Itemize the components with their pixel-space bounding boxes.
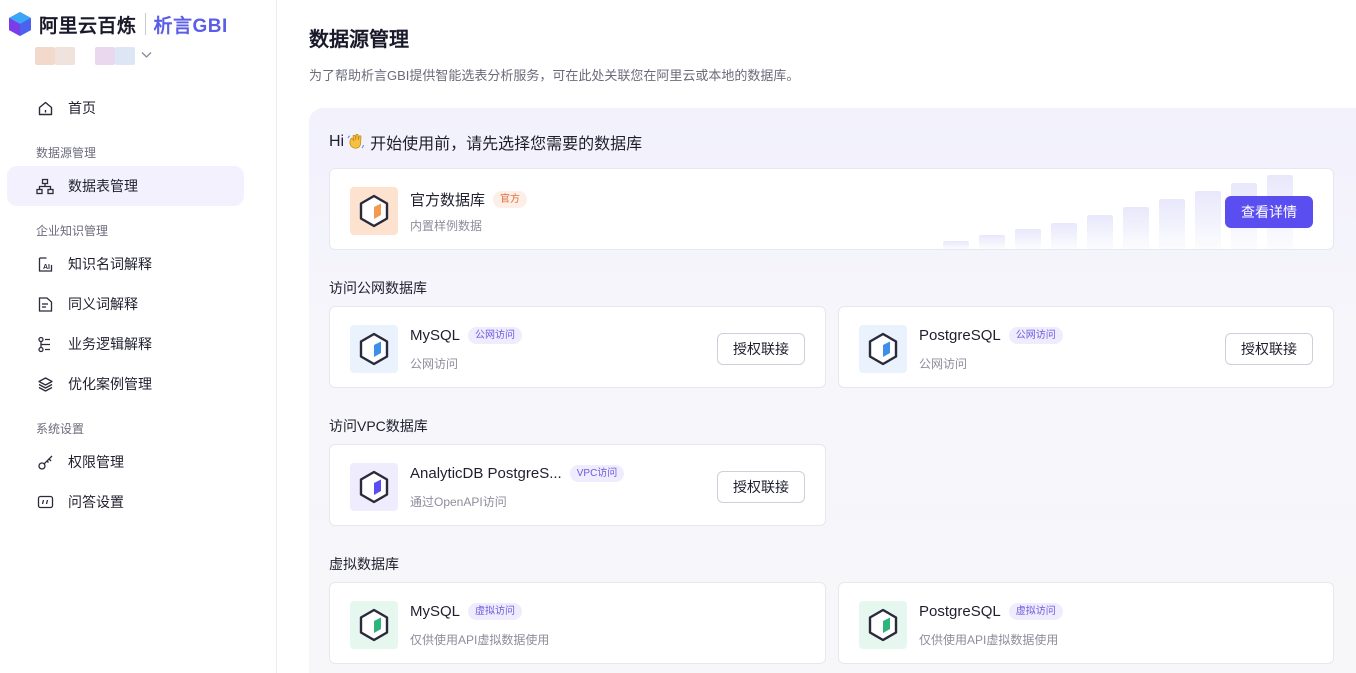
public-access-tag: 公网访问 — [468, 327, 523, 344]
vpc-analyticdb-authorize-button[interactable]: 授权联接 — [717, 471, 805, 503]
official-tag: 官方 — [493, 191, 528, 208]
brand-divider — [144, 13, 146, 35]
page-title: 数据源管理 — [309, 29, 409, 51]
greeting: Hi 开始使用前，请先选择您需要的数据库 — [329, 130, 642, 154]
nav-label-table-management: 数据表管理 — [68, 178, 138, 194]
vpc-section-label: 访问VPC数据库 — [329, 418, 428, 434]
mysql-cube-icon — [350, 325, 398, 373]
public-mysql-card[interactable]: MySQL 公网访问 公网访问 授权联接 — [329, 306, 826, 388]
virtual-access-tag: 虚拟访问 — [468, 603, 523, 620]
chevron-down-icon[interactable] — [141, 50, 152, 62]
nav-label-business-logic: 业务逻辑解释 — [68, 336, 152, 352]
brand-logo[interactable]: 阿里云百炼 析言GBI — [7, 10, 228, 38]
virtual-postgresql-cube-icon — [859, 601, 907, 649]
sidebar: 阿里云百炼 析言GBI 首页 数据源管理 数据表管理 企业知识管理 AI 知识名… — [0, 0, 277, 673]
nav-item-permissions[interactable]: 权限管理 — [7, 442, 244, 482]
nav-item-synonyms[interactable]: 同义词解释 — [7, 284, 244, 324]
analyticdb-cube-icon — [350, 463, 398, 511]
nav-item-table-management[interactable]: 数据表管理 — [7, 166, 244, 206]
public-mysql-subtitle: 公网访问 — [410, 357, 459, 371]
public-mysql-name-row: MySQL 公网访问 — [410, 327, 523, 344]
svg-text:AI: AI — [43, 264, 50, 271]
public-postgresql-subtitle: 公网访问 — [919, 357, 968, 371]
bailian-logo-icon — [7, 11, 33, 37]
virtual-mysql-cube-icon — [350, 601, 398, 649]
nav-label-home: 首页 — [68, 100, 96, 116]
nav-item-glossary[interactable]: AI 知识名词解释 — [7, 244, 244, 284]
public-postgresql-name: PostgreSQL — [919, 327, 1001, 344]
nav-item-business-logic[interactable]: 业务逻辑解释 — [7, 324, 244, 364]
vpc-analyticdb-name-row: AnalyticDB PostgreS... VPC访问 — [410, 465, 625, 482]
vpc-analyticdb-card[interactable]: AnalyticDB PostgreS... VPC访问 通过OpenAPI访问… — [329, 444, 826, 526]
workspace-blur — [95, 47, 115, 65]
greeting-text: 开始使用前，请先选择您需要的数据库 — [370, 136, 643, 153]
virtual-postgresql-name-row: PostgreSQL 虚拟访问 — [919, 603, 1063, 620]
brand-name: 阿里云百炼 — [39, 15, 137, 37]
greeting-hi: Hi — [329, 133, 345, 150]
workspace-blur-2 — [115, 47, 135, 65]
nav-label-synonyms: 同义词解释 — [68, 296, 138, 312]
public-mysql-authorize-button[interactable]: 授权联接 — [717, 333, 805, 365]
chat-settings-icon — [36, 493, 54, 511]
official-db-cube-icon — [350, 187, 398, 235]
sitemap-icon — [36, 177, 54, 195]
nav-label-qa-settings: 问答设置 — [68, 494, 124, 510]
side-nav: 首页 数据源管理 数据表管理 企业知识管理 AI 知识名词解释 同义词解释 业务… — [0, 88, 277, 522]
official-db-card[interactable]: 官方数据库 官方 内置样例数据 查看详情 — [329, 168, 1334, 250]
layers-icon — [36, 375, 54, 393]
waving-hand-icon — [346, 132, 366, 152]
virtual-access-tag: 虚拟访问 — [1008, 603, 1063, 620]
official-db-name-row: 官方数据库 官方 — [410, 189, 528, 210]
ai-doc-icon: AI — [36, 255, 54, 273]
user-switcher[interactable] — [35, 46, 152, 66]
nav-group-datasource: 数据源管理 — [36, 146, 97, 160]
public-mysql-name: MySQL — [410, 327, 461, 344]
vpc-access-tag: VPC访问 — [569, 465, 625, 482]
public-postgresql-authorize-button[interactable]: 授权联接 — [1225, 333, 1313, 365]
nav-item-home[interactable]: 首页 — [7, 88, 244, 128]
main-content: 数据源管理 为了帮助析言GBI提供智能选表分析服务，可在此处关联您在阿里云或本地… — [277, 0, 1356, 673]
virtual-postgresql-name: PostgreSQL — [919, 603, 1001, 620]
vpc-analyticdb-subtitle: 通过OpenAPI访问 — [410, 495, 507, 509]
postgresql-cube-icon — [859, 325, 907, 373]
avatar-blur — [35, 47, 55, 65]
home-icon — [36, 99, 54, 117]
page-description: 为了帮助析言GBI提供智能选表分析服务，可在此处关联您在阿里云或本地的数据库。 — [309, 68, 800, 83]
doc-lines-icon — [36, 295, 54, 313]
virtual-section-label: 虚拟数据库 — [329, 556, 399, 572]
public-postgresql-card[interactable]: PostgreSQL 公网访问 公网访问 授权联接 — [838, 306, 1334, 388]
vpc-analyticdb-name: AnalyticDB PostgreS... — [410, 465, 562, 482]
nav-group-system: 系统设置 — [36, 422, 85, 436]
virtual-mysql-card[interactable]: MySQL 虚拟访问 仅供使用API虚拟数据使用 — [329, 582, 826, 664]
username-blur — [55, 47, 75, 65]
virtual-postgresql-card[interactable]: PostgreSQL 虚拟访问 仅供使用API虚拟数据使用 — [838, 582, 1334, 664]
public-postgresql-name-row: PostgreSQL 公网访问 — [919, 327, 1063, 344]
virtual-mysql-subtitle: 仅供使用API虚拟数据使用 — [410, 633, 550, 647]
flow-icon — [36, 335, 54, 353]
nav-item-qa-settings[interactable]: 问答设置 — [7, 482, 244, 522]
virtual-postgresql-subtitle: 仅供使用API虚拟数据使用 — [919, 633, 1059, 647]
datasource-panel: Hi 开始使用前，请先选择您需要的数据库 官方数据库 官方 内置样例数据 查看详… — [309, 108, 1356, 673]
virtual-mysql-name-row: MySQL 虚拟访问 — [410, 603, 523, 620]
nav-label-permissions: 权限管理 — [68, 454, 124, 470]
official-db-subtitle: 内置样例数据 — [410, 219, 483, 233]
official-db-name: 官方数据库 — [410, 192, 486, 209]
key-icon — [36, 453, 54, 471]
public-access-tag: 公网访问 — [1008, 327, 1063, 344]
nav-group-knowledge: 企业知识管理 — [36, 224, 109, 238]
view-details-button[interactable]: 查看详情 — [1225, 196, 1313, 228]
public-section-label: 访问公网数据库 — [329, 280, 427, 296]
nav-label-glossary: 知识名词解释 — [68, 256, 152, 272]
nav-label-optimization-cases: 优化案例管理 — [68, 376, 152, 392]
nav-item-optimization-cases[interactable]: 优化案例管理 — [7, 364, 244, 404]
virtual-mysql-name: MySQL — [410, 603, 461, 620]
product-name: 析言GBI — [153, 15, 228, 37]
